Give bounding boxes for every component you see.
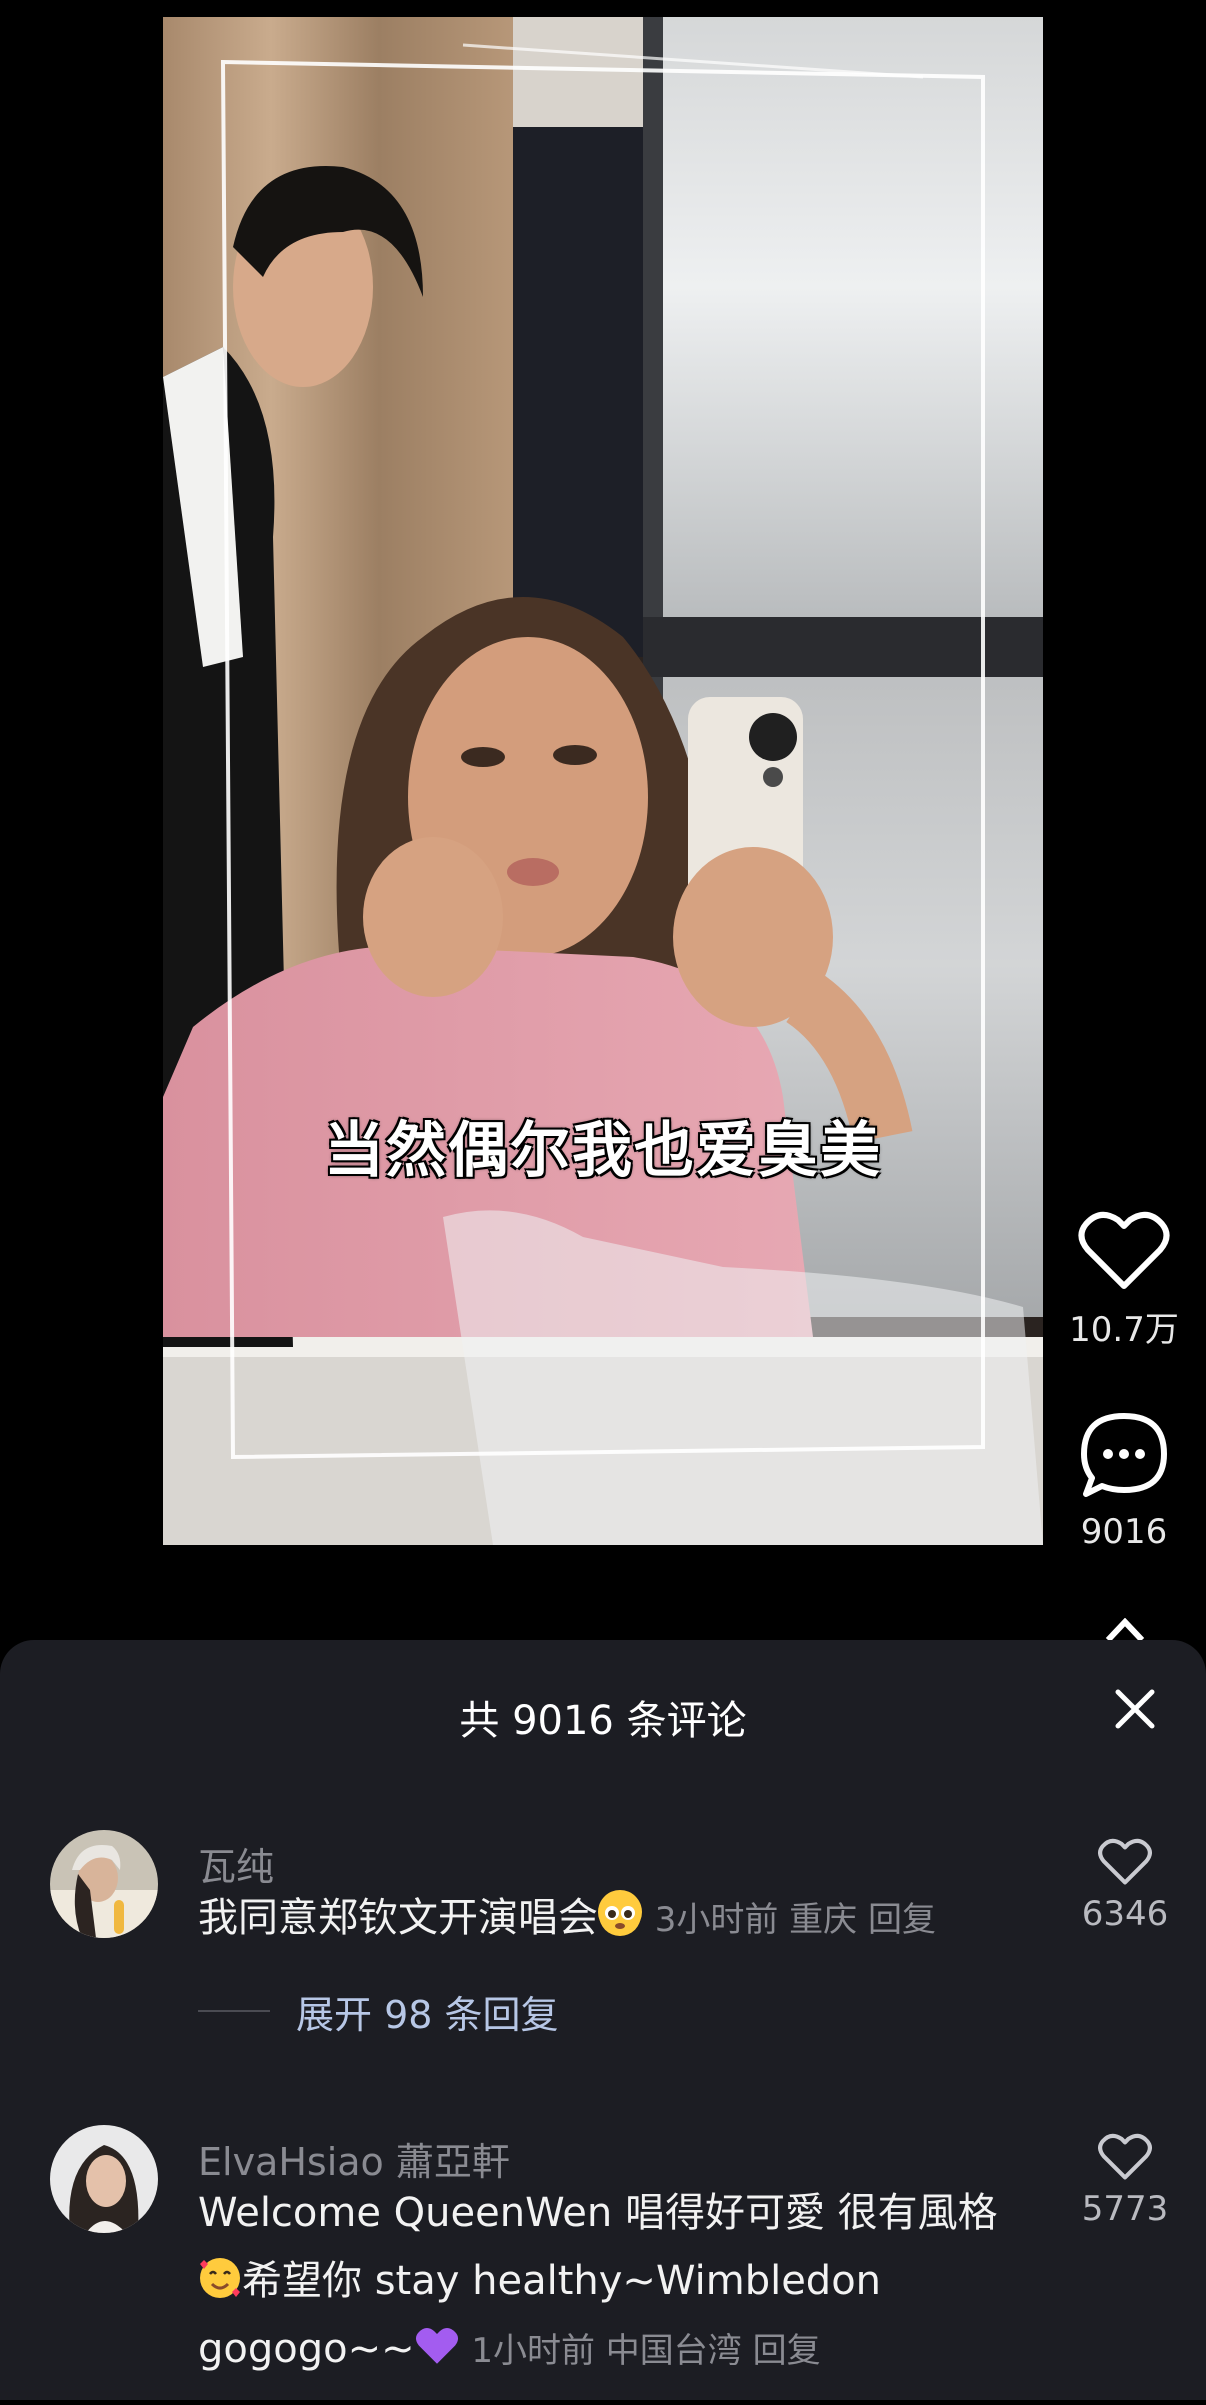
comment-count: 9016 bbox=[1080, 1512, 1168, 1552]
comment-location: 重庆 bbox=[789, 1900, 858, 1940]
comment-username[interactable]: 瓦纯 bbox=[198, 1836, 274, 1891]
video-subtitle: 当然偶尔我也爱臭美 bbox=[324, 1116, 882, 1186]
close-button[interactable] bbox=[1110, 1684, 1160, 1734]
divider-line bbox=[198, 2010, 270, 2012]
comment-body: 我同意郑钦文开演唱会 bbox=[198, 1895, 598, 1941]
comment-line-1: Welcome QueenWen 唱得好可愛 很有風格 bbox=[198, 2190, 998, 2236]
video-player[interactable]: 当然偶尔我也爱臭美 bbox=[163, 17, 1043, 1545]
avatar[interactable] bbox=[50, 2125, 158, 2233]
like-count: 10.7万 bbox=[1069, 1310, 1179, 1350]
comment-button[interactable]: 9016 bbox=[1054, 1410, 1194, 1552]
comment-line-2: 希望你 stay healthy~Wimbledon bbox=[242, 2258, 882, 2304]
like-button[interactable]: 10.7万 bbox=[1054, 1210, 1194, 1351]
comment-time: 3小时前 bbox=[654, 1900, 779, 1940]
purple-heart-emoji bbox=[415, 2321, 459, 2365]
share-arrow-icon bbox=[1105, 1618, 1145, 1640]
comment-username[interactable]: ElvaHsiao 蕭亞軒 bbox=[198, 2131, 510, 2186]
comment-like-count: 5773 bbox=[1081, 2189, 1169, 2229]
comment-like-button[interactable]: 5773 bbox=[1070, 2133, 1180, 2229]
heart-icon bbox=[1078, 1211, 1170, 1289]
heart-icon bbox=[1098, 2133, 1152, 2180]
comment-text: 我同意郑钦文开演唱会 3小时前 重庆 回复 bbox=[198, 1884, 1028, 1954]
comment-time: 1小时前 bbox=[471, 2331, 595, 2371]
expand-replies-label: 展开 98 条回复 bbox=[296, 1993, 559, 2037]
comments-sheet: 共 9016 条评论 瓦纯 我同意郑钦文开演唱会 3小时前 重庆 回复 6346… bbox=[0, 1640, 1206, 2400]
comment-like-count: 6346 bbox=[1081, 1894, 1169, 1934]
expand-replies-button[interactable]: 展开 98 条回复 bbox=[198, 1984, 798, 2037]
comment-item: ElvaHsiao 蕭亞軒 Welcome QueenWen 唱得好可愛 很有風… bbox=[0, 2125, 1206, 2405]
smiling-face-with-hearts-emoji bbox=[198, 2253, 242, 2298]
reply-button[interactable]: 回复 bbox=[868, 1900, 936, 1940]
comment-text: Welcome QueenWen 唱得好可愛 很有風格 希望你 stay hea… bbox=[198, 2179, 1028, 2385]
comment-like-button[interactable]: 6346 bbox=[1070, 1838, 1180, 1934]
video-frame-image bbox=[163, 17, 1043, 1545]
comment-line-3: gogogo~~ bbox=[198, 2326, 415, 2372]
reply-button[interactable]: 回复 bbox=[753, 2331, 821, 2371]
pleading-face-emoji bbox=[598, 1890, 642, 1936]
comments-title: 共 9016 条评论 bbox=[459, 1698, 747, 1744]
comment-bubble-icon bbox=[1081, 1413, 1167, 1497]
avatar[interactable] bbox=[50, 1830, 158, 1938]
close-icon bbox=[1115, 1689, 1155, 1729]
comment-location: 中国台湾 bbox=[605, 2331, 742, 2371]
share-button[interactable] bbox=[1100, 1618, 1150, 1640]
heart-icon bbox=[1098, 1838, 1152, 1885]
